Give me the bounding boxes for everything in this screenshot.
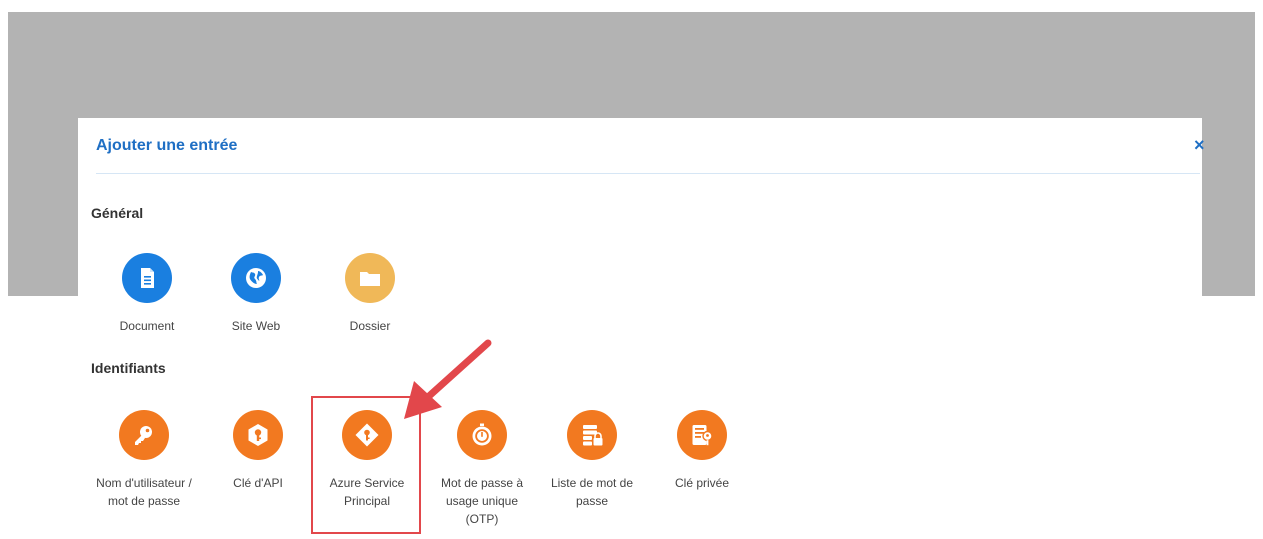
entry-type-label: Clé privée — [674, 476, 730, 490]
entry-type-label: Mot de passe à usage unique (OTP) — [440, 476, 524, 526]
entry-type-label: Document — [119, 319, 175, 333]
close-icon[interactable]: × — [1194, 135, 1204, 155]
entry-type-folder[interactable]: Dossier — [320, 253, 420, 335]
document-icon — [122, 253, 172, 303]
section-title-general: Général — [91, 205, 144, 221]
entry-type-label: Site Web — [231, 319, 281, 333]
folder-icon — [345, 253, 395, 303]
section-title-identifiants: Identifiants — [91, 360, 166, 376]
title-divider — [96, 173, 1200, 174]
key-icon — [119, 410, 169, 460]
entry-type-document[interactable]: Document — [97, 253, 197, 335]
entry-type-label: Clé d'API — [233, 476, 283, 490]
entry-type-website[interactable]: Site Web — [206, 253, 306, 335]
globe-icon — [231, 253, 281, 303]
private-key-icon — [677, 410, 727, 460]
entry-type-api-key[interactable]: Clé d'API — [208, 410, 308, 492]
entry-type-label: Dossier — [349, 319, 391, 333]
dialog-title: Ajouter une entrée — [96, 137, 238, 154]
entry-type-label: Nom d'utilisateur / mot de passe — [96, 476, 192, 508]
entry-type-label: Liste de mot de passe — [550, 476, 634, 508]
entry-type-private-key[interactable]: Clé privée — [652, 410, 752, 492]
add-entry-dialog: Ajouter une entrée × Général Document Si… — [78, 118, 1204, 539]
entry-type-password-list[interactable]: Liste de mot de passe — [542, 410, 642, 510]
password-list-icon — [567, 410, 617, 460]
entry-type-username-password[interactable]: Nom d'utilisateur / mot de passe — [94, 410, 194, 510]
entry-type-otp[interactable]: Mot de passe à usage unique (OTP) — [432, 410, 532, 528]
api-key-icon — [233, 410, 283, 460]
pointer-arrow-icon — [404, 339, 492, 419]
